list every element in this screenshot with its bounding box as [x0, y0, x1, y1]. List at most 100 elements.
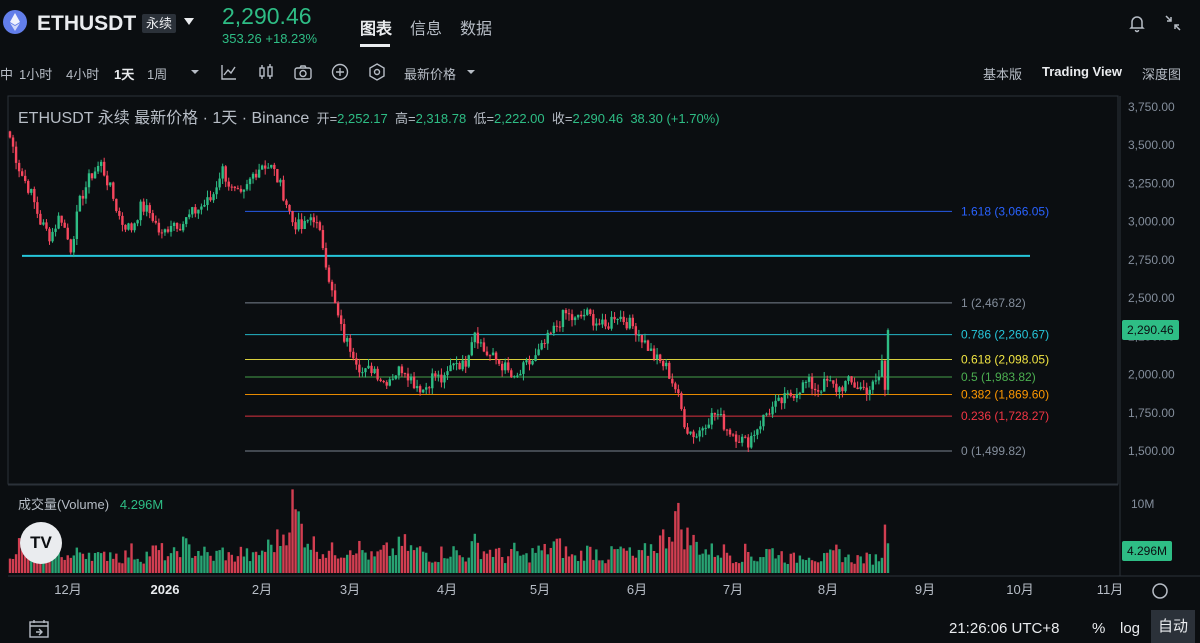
volume-bar — [686, 527, 689, 573]
volume-bar — [671, 541, 674, 573]
volume-bar — [798, 555, 802, 573]
view-basic[interactable]: 基本版 — [983, 64, 1022, 83]
goto-date-icon[interactable] — [28, 618, 49, 638]
fib-level-label: 0 (1,499.82) — [961, 444, 1026, 458]
volume-bar — [546, 554, 549, 573]
tab-chart[interactable]: 图表 — [360, 15, 392, 39]
interval-1h[interactable]: 1小时 — [19, 64, 52, 83]
volume-bar — [634, 557, 638, 573]
candlestick-icon[interactable] — [256, 62, 276, 82]
candle-body — [731, 434, 735, 436]
camera-icon[interactable] — [293, 62, 313, 82]
candle-body — [886, 330, 890, 390]
volume-bar — [883, 524, 887, 573]
view-depth[interactable]: 深度图 — [1142, 64, 1181, 83]
volume-bar — [488, 549, 492, 573]
candle-body — [570, 314, 574, 321]
add-indicator-icon[interactable] — [330, 62, 350, 82]
volume-legend: 成交量(Volume) 4.296M — [18, 494, 163, 513]
volume-bar — [440, 546, 443, 573]
tab-info[interactable]: 信息 — [410, 15, 442, 39]
bell-icon[interactable] — [1127, 13, 1147, 33]
volume-bar — [555, 538, 559, 573]
volume-bar — [163, 560, 167, 573]
candle-body — [716, 414, 720, 416]
volume-bar — [829, 549, 832, 573]
candle-body — [425, 387, 428, 390]
volume-bar — [245, 548, 249, 573]
tab-data[interactable]: 数据 — [460, 15, 492, 39]
candle-body — [783, 393, 786, 404]
fib-level-label: 0.236 (1,728.27) — [961, 409, 1049, 423]
interval-1w[interactable]: 1周 — [147, 64, 167, 83]
candle-body — [224, 166, 227, 182]
candle-body — [750, 435, 753, 448]
chart-settings-icon[interactable] — [1152, 583, 1168, 599]
volume-bar — [102, 551, 106, 573]
volume-bar — [756, 561, 759, 573]
line-chart-icon[interactable] — [219, 62, 239, 82]
more-intervals-icon[interactable] — [185, 62, 205, 82]
candle-body — [661, 361, 665, 367]
x-tick-label: 12月 — [54, 582, 81, 597]
candle-body — [625, 322, 628, 329]
interval-minute[interactable]: 中 — [0, 64, 13, 83]
volume-bar — [324, 557, 328, 573]
volume-bar — [655, 553, 659, 573]
volume-bar — [680, 529, 683, 573]
candle-body — [856, 387, 859, 389]
candle-body — [300, 219, 303, 229]
symbol-name[interactable]: ETHUSDT — [37, 12, 136, 36]
percent-toggle[interactable]: % — [1092, 620, 1105, 637]
volume-bar — [346, 554, 349, 573]
volume-bar — [178, 557, 182, 573]
price-type-dropdown-icon[interactable] — [461, 62, 481, 82]
volume-bar — [598, 560, 601, 573]
candlestick-chart[interactable]: 3,750.00 3,500.00 3,250.00 3,000.00 2,750.00… — [0, 94, 1200, 643]
volume-bar — [689, 545, 692, 573]
collapse-icon[interactable] — [1163, 13, 1183, 33]
volume-bar — [142, 563, 145, 573]
chevron-down-icon[interactable] — [184, 18, 194, 25]
candle-body — [57, 215, 60, 229]
candle-body — [434, 373, 437, 377]
candle-body — [166, 229, 170, 232]
candle-body — [403, 373, 407, 375]
volume-bar — [862, 563, 865, 573]
auto-scale-button[interactable]: 自动 — [1151, 610, 1195, 643]
interval-1d[interactable]: 1天 — [114, 64, 134, 83]
settings-icon[interactable] — [367, 62, 387, 82]
candle-body — [355, 358, 358, 365]
volume-bar — [285, 545, 288, 573]
view-tradingview[interactable]: Trading View — [1042, 64, 1122, 79]
volume-bar — [87, 552, 91, 573]
candle-body — [90, 173, 94, 179]
candle-body — [704, 427, 707, 429]
candle-body — [838, 387, 841, 392]
fib-level-label: 1.618 (3,066.05) — [961, 204, 1049, 218]
candle-body — [352, 351, 355, 359]
candle-body — [765, 413, 768, 415]
price-type-selector[interactable]: 最新价格 — [404, 64, 456, 83]
log-toggle[interactable]: log — [1120, 620, 1140, 637]
candle-body — [737, 441, 741, 443]
candle-body — [160, 232, 164, 234]
candle-body — [109, 182, 112, 186]
interval-4h[interactable]: 4小时 — [66, 64, 99, 83]
candle-body — [534, 355, 537, 361]
x-tick-label: 10月 — [1006, 582, 1033, 597]
volume-bar — [69, 557, 72, 573]
candle-body — [342, 324, 346, 342]
volume-bar — [446, 558, 449, 573]
candle-body — [27, 180, 30, 193]
candle-body — [245, 184, 249, 190]
chart-area[interactable]: 3,750.00 3,500.00 3,250.00 3,000.00 2,750.00… — [0, 94, 1200, 643]
volume-bar — [683, 549, 686, 573]
x-tick-label: 8月 — [818, 582, 838, 597]
candle-body — [598, 323, 601, 325]
volume-bar — [257, 555, 261, 573]
volume-bar — [637, 549, 641, 573]
candle-body — [178, 228, 182, 231]
volume-bar — [303, 547, 306, 573]
candle-body — [643, 340, 647, 343]
